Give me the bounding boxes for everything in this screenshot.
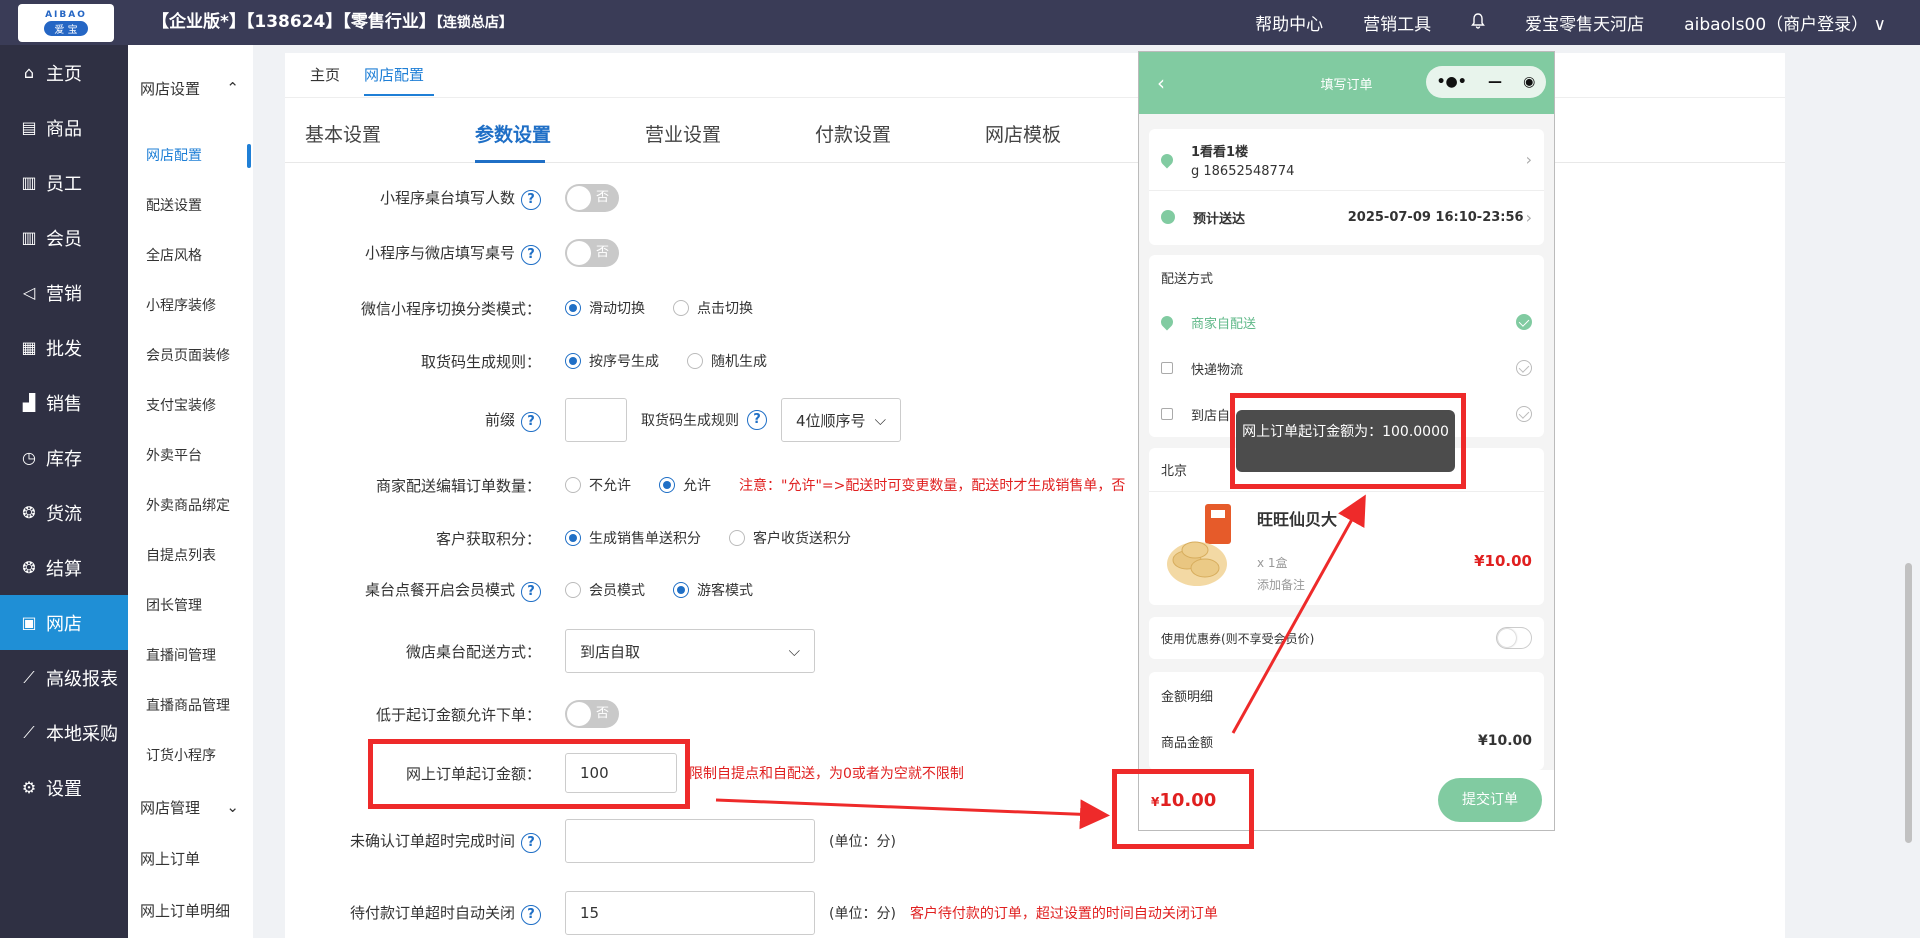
annotation-arrows <box>715 494 1366 830</box>
arrow-to-total <box>715 798 1110 830</box>
page-scrollbar[interactable] <box>1903 48 1913 938</box>
arrow-to-toast <box>1231 494 1366 734</box>
scrollbar-thumb[interactable] <box>1905 563 1912 843</box>
